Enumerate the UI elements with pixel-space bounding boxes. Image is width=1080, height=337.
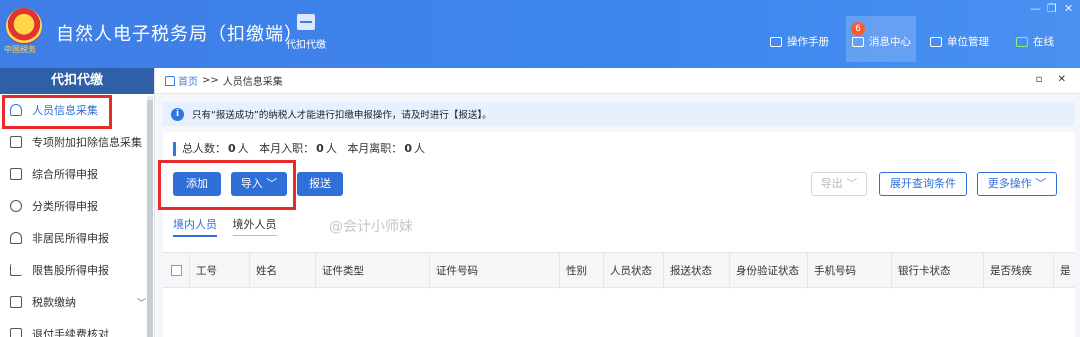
left-value: 0	[404, 142, 412, 155]
left-unit: 人	[413, 142, 425, 155]
notice-bar: i 只有“报送成功”的纳税人才能进行扣缴申报操作，请及时进行【报送】。	[163, 102, 1075, 126]
select-all-checkbox[interactable]	[171, 265, 182, 276]
message-count-badge: 6	[851, 22, 865, 36]
sidebar-item-fee-refund[interactable]: 退付手续费核对	[0, 318, 154, 337]
highlight-box-personnel-info	[2, 95, 112, 129]
column-header[interactable]: 姓名	[249, 253, 315, 289]
column-header[interactable]: 是否残疾	[983, 253, 1053, 289]
notice-text: 只有“报送成功”的纳税人才能进行扣缴申报操作，请及时进行【报送】。	[192, 110, 492, 121]
user-icon	[10, 232, 22, 244]
breadcrumb-home-link[interactable]: 首页	[178, 73, 198, 88]
sidebar-item-label: 非居民所得申报	[32, 232, 109, 245]
unit-management-label: 单位管理	[947, 36, 989, 48]
app-title: 自然人电子税务局（扣缴端）	[56, 24, 303, 45]
column-header[interactable]: 证件号码	[429, 253, 559, 289]
highlight-box-toolbar	[158, 160, 296, 210]
app-header: 中国税务 自然人电子税务局（扣缴端） 代扣代缴 操作手册 消息中心 6 单位管理…	[0, 0, 1080, 68]
book-icon	[770, 36, 782, 47]
tab-overseas-personnel[interactable]: 境外人员	[232, 216, 277, 236]
watermark-text: @会计小师妹	[329, 219, 413, 235]
list-icon	[10, 136, 22, 148]
joined-label: 本月入职：	[259, 142, 315, 155]
home-icon	[165, 75, 175, 86]
building-icon	[930, 36, 942, 47]
personnel-panel: 总人数： 0 人 本月入职： 0 人 本月离职： 0 人 添加 导入 ﹀ 报送 导出 ﹀ 展…	[163, 132, 1075, 337]
sidebar-item-comprehensive-income[interactable]: 综合所得申报	[0, 158, 154, 190]
message-center-label: 消息中心	[869, 36, 911, 48]
unit-management-button[interactable]: 单位管理	[930, 34, 989, 49]
column-header[interactable]: 人员状态	[603, 253, 663, 289]
table-header: 工号 姓名 证件类型 证件号码 性别 人员状态 报送状态 身份验证状态 手机号码…	[163, 252, 1075, 289]
online-status-button[interactable]: 在线	[1016, 34, 1054, 49]
column-header[interactable]: 性别	[559, 253, 603, 289]
pie-icon	[10, 200, 22, 212]
online-icon	[1016, 36, 1028, 47]
sidebar-item-label: 限售股所得申报	[32, 264, 109, 277]
joined-value: 0	[316, 142, 324, 155]
tax-emblem-logo	[6, 8, 42, 44]
message-center-button[interactable]: 消息中心	[852, 34, 911, 49]
column-header[interactable]: 身份验证状态	[729, 253, 807, 289]
bar-chart-icon	[10, 264, 22, 276]
info-icon: i	[171, 107, 184, 121]
sidebar-item-nonresident-income[interactable]: 非居民所得申报	[0, 222, 154, 254]
export-dropdown-button[interactable]: 导出 ﹀	[811, 172, 867, 196]
sidebar-scrollbar-thumb[interactable]	[147, 100, 153, 337]
more-actions-button[interactable]: 更多操作 ﹀	[977, 172, 1057, 196]
column-header[interactable]: 工号	[189, 253, 249, 289]
total-value: 0	[228, 142, 236, 155]
calculator-icon	[297, 14, 315, 30]
personnel-stats: 总人数： 0 人 本月入职： 0 人 本月离职： 0 人	[173, 142, 425, 156]
column-header[interactable]: 报送状态	[663, 253, 729, 289]
manual-label: 操作手册	[787, 36, 829, 48]
column-header[interactable]: 是	[1053, 253, 1075, 289]
sidebar-item-label: 专项附加扣除信息采集	[32, 136, 142, 149]
submit-report-button[interactable]: 报送	[297, 172, 343, 196]
column-header[interactable]: 证件类型	[315, 253, 429, 289]
total-unit: 人	[237, 142, 249, 155]
sidebar-item-special-deduction[interactable]: 专项附加扣除信息采集	[0, 126, 154, 158]
mail-icon	[852, 36, 864, 47]
doc-icon	[10, 328, 22, 337]
minimize-button[interactable]: —	[1030, 2, 1041, 15]
joined-unit: 人	[325, 142, 337, 155]
close-window-button[interactable]: ✕	[1064, 2, 1073, 15]
breadcrumb: 首页 >> 人员信息采集 ▫ ✕	[155, 68, 1080, 94]
breadcrumb-separator: >>	[202, 75, 219, 86]
sidebar-item-tax-payment[interactable]: 税款缴纳 ﹀	[0, 286, 154, 318]
manual-button[interactable]: 操作手册	[770, 34, 829, 49]
emblem-text: 中国税务	[4, 45, 36, 54]
breadcrumb-current: 人员信息采集	[222, 77, 283, 88]
online-status-label: 在线	[1033, 36, 1054, 48]
sidebar-item-restricted-shares[interactable]: 限售股所得申报	[0, 254, 154, 286]
left-label: 本月离职：	[347, 142, 403, 155]
column-header[interactable]: 手机号码	[807, 253, 891, 289]
sidebar-item-classified-income[interactable]: 分类所得申报	[0, 190, 154, 222]
wallet-icon	[10, 296, 22, 308]
sidebar-item-label: 退付手续费核对	[32, 328, 109, 337]
maximize-button[interactable]: ❐	[1047, 2, 1057, 15]
personnel-subtabs: 境内人员 境外人员	[173, 216, 289, 237]
tab-domestic-personnel[interactable]: 境内人员	[173, 216, 217, 237]
total-label: 总人数：	[182, 142, 226, 155]
sidebar-item-label: 分类所得申报	[32, 200, 98, 213]
column-header[interactable]: 银行卡状态	[891, 253, 983, 289]
chevron-down-icon: ﹀	[136, 299, 146, 309]
sidebar-item-label: 税款缴纳	[32, 296, 76, 309]
layers-icon	[10, 168, 22, 180]
sidebar-title: 代扣代缴	[0, 68, 154, 94]
module-tab-label: 代扣代缴	[286, 40, 326, 51]
expand-query-button[interactable]: 展开查询条件	[879, 172, 967, 196]
module-tab-withholding[interactable]: 代扣代缴	[280, 14, 332, 51]
sidebar-item-label: 综合所得申报	[32, 168, 98, 181]
tab-window-controls[interactable]: ▫ ✕	[1036, 74, 1072, 85]
